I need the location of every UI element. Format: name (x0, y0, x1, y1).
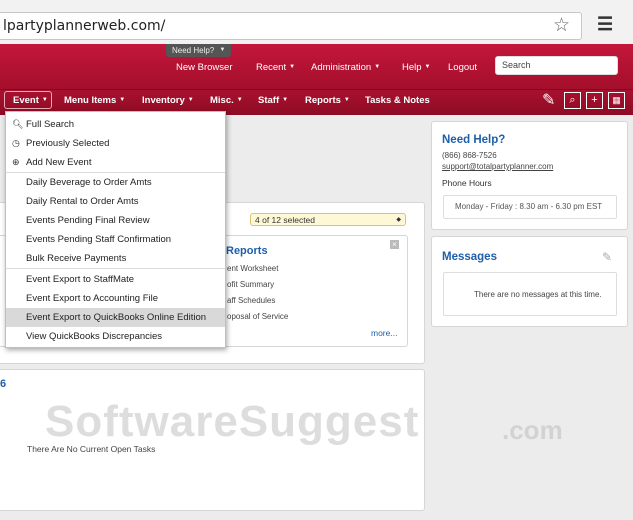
nav-reports[interactable]: Reports ▼ (305, 95, 350, 106)
help-link[interactable]: Help ▼ (402, 62, 431, 73)
search-calendar-icon[interactable]: ⌕ (564, 92, 581, 109)
caret-down-icon: ▼ (424, 64, 431, 70)
menu-item-full-search[interactable]: 🔍︎ Full Search (6, 115, 225, 134)
menu-item-export-staffmate[interactable]: Event Export to StaffMate (6, 270, 225, 289)
search-icon: 🔍︎ (12, 119, 24, 129)
hamburger-icon[interactable]: ☰ (597, 14, 613, 35)
nav-tasks-notes[interactable]: Tasks & Notes (365, 95, 430, 106)
search-placeholder: Search (502, 60, 531, 70)
tasks-count: 6 (0, 378, 7, 390)
menu-item-bulk-receive-payments[interactable]: Bulk Receive Payments (6, 249, 225, 268)
help-phone: (866) 868-7526 (442, 151, 497, 160)
menu-item-pending-final-review[interactable]: Events Pending Final Review (6, 211, 225, 230)
hours-box: Monday - Friday : 8.30 am - 6.30 pm EST (443, 195, 617, 219)
report-line[interactable]: ofit Summary (227, 280, 274, 289)
menu-item-previously-selected[interactable]: ◷ Previously Selected (6, 134, 225, 153)
nav-misc[interactable]: Misc. ▼ (210, 95, 243, 106)
menu-item-export-accounting[interactable]: Event Export to Accounting File (6, 289, 225, 308)
help-title: Need Help? (442, 134, 506, 146)
report-line[interactable]: oposal of Service (227, 312, 288, 321)
report-line[interactable]: ent Worksheet (227, 264, 278, 273)
edit-pencil-icon[interactable]: ✎ (602, 250, 612, 264)
updown-caret-icon: ◆ (396, 217, 401, 223)
no-messages-text: There are no messages at this time. (474, 290, 602, 299)
nav-event[interactable]: Event ▼ (13, 95, 48, 106)
add-calendar-icon[interactable]: + (586, 92, 603, 109)
selection-dropdown[interactable]: 4 of 12 selected ◆ (250, 213, 406, 226)
menu-item-daily-rental[interactable]: Daily Rental to Order Amts (6, 192, 225, 211)
menu-item-export-quickbooks[interactable]: Event Export to QuickBooks Online Editio… (6, 308, 225, 327)
url-text: lpartyplannerweb.com/ (3, 18, 166, 34)
menu-item-add-new-event[interactable]: ⊕ Add New Event (6, 153, 225, 172)
event-dropdown-menu: 🔍︎ Full Search ◷ Previously Selected ⊕ Add … (5, 111, 226, 348)
star-icon[interactable]: ☆ (553, 14, 570, 37)
hours-text: Monday - Friday : 8.30 am - 6.30 pm EST (455, 202, 603, 211)
menu-item-daily-beverage[interactable]: Daily Beverage to Order Amts (6, 173, 225, 192)
menu-item-pending-staff-confirmation[interactable]: Events Pending Staff Confirmation (6, 230, 225, 249)
reports-title: Reports (226, 245, 268, 257)
help-email[interactable]: support@totalpartyplanner.com (442, 162, 553, 171)
new-browser-link[interactable]: New Browser (176, 62, 233, 73)
need-help-badge[interactable]: Need Help? ▼ (166, 44, 232, 57)
phone-hours-label: Phone Hours (442, 178, 492, 188)
administration-link[interactable]: Administration ▼ (311, 62, 380, 73)
messages-title: Messages (442, 251, 497, 263)
nav-menu-items[interactable]: Menu Items ▼ (64, 95, 125, 106)
nav-inventory[interactable]: Inventory ▼ (142, 95, 194, 106)
watermark: SoftwareSuggest (45, 397, 420, 446)
caret-down-icon: ▼ (374, 64, 381, 70)
clock-icon: ◷ (12, 138, 20, 148)
signature-pen-icon[interactable]: ✎ (542, 90, 555, 110)
messages-box: There are no messages at this time. (443, 272, 617, 316)
close-icon[interactable]: × (390, 240, 399, 249)
plus-circle-icon: ⊕ (12, 157, 20, 167)
menu-item-view-quickbooks-discrepancies[interactable]: View QuickBooks Discrepancies (6, 327, 225, 346)
nav-staff[interactable]: Staff ▼ (258, 95, 288, 106)
calendar-grid-icon[interactable]: ▦ (608, 92, 625, 109)
search-input[interactable]: Search (495, 56, 618, 75)
caret-down-icon: ▼ (289, 64, 296, 70)
logout-link[interactable]: Logout (448, 62, 477, 73)
address-bar[interactable]: lpartyplannerweb.com/ (0, 12, 582, 40)
recent-link[interactable]: Recent ▼ (256, 62, 295, 73)
menu-separator (6, 268, 225, 269)
watermark-suffix: .com (502, 415, 563, 445)
report-line[interactable]: aff Schedules (227, 296, 275, 305)
more-link[interactable]: more... (371, 328, 397, 338)
